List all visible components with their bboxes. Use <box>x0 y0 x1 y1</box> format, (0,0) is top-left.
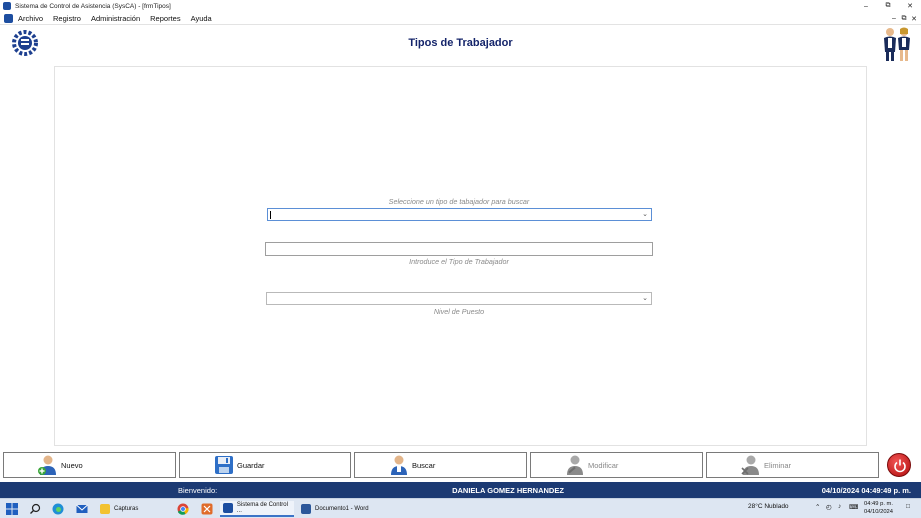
job-level-hint: Nivel de Puesto <box>433 307 485 316</box>
mdi-restore-icon[interactable]: ⧉ <box>899 15 909 23</box>
taskbar-app-label: Capturas <box>114 506 139 512</box>
floppy-disk-icon <box>215 456 233 474</box>
nuevo-label: Nuevo <box>61 460 83 470</box>
close-icon[interactable]: ✕ <box>899 0 921 12</box>
form-panel <box>54 66 867 446</box>
clock-date: 04/10/2024 <box>863 508 893 515</box>
modificar-button[interactable]: Modificar <box>530 452 703 478</box>
chevron-down-icon[interactable]: ⌄ <box>642 294 648 302</box>
taskbar-app-capturas[interactable]: Capturas <box>97 501 169 517</box>
windows-start-icon[interactable] <box>6 503 18 515</box>
delete-user-icon <box>741 455 759 475</box>
mdi-close-icon[interactable]: ✕ <box>909 15 919 23</box>
taskbar-clock[interactable]: 04:49 p. m. 04/10/2024 <box>864 501 893 516</box>
text-caret <box>270 211 271 219</box>
edit-user-icon <box>567 455 583 475</box>
network-icon[interactable]: ◴ <box>826 503 832 511</box>
mdi-minimize-icon[interactable]: – <box>889 15 899 22</box>
user-name: DANIELA GOMEZ HERNANDEZ <box>452 486 564 495</box>
app-launcher-icon[interactable] <box>201 503 213 515</box>
power-icon <box>894 459 906 473</box>
taskbar-app-label: Documento1 - Word <box>315 506 369 512</box>
menu-administracion[interactable]: Administración <box>91 14 140 23</box>
word-icon <box>301 504 311 514</box>
windows-taskbar: Capturas Sistema de Control ... Document… <box>0 498 921 518</box>
job-level-select[interactable]: ⌄ <box>266 292 652 305</box>
taskbar-app-sysca[interactable]: Sistema de Control ... <box>220 501 294 517</box>
taskbar-app-label: Sistema de Control ... <box>236 502 288 514</box>
window-title: Sistema de Control de Asistencia (SysCA)… <box>15 2 171 10</box>
status-bar: Bienvenido: DANIELA GOMEZ HERNANDEZ 04/1… <box>0 482 921 498</box>
chevron-down-icon[interactable]: ⌄ <box>642 210 648 218</box>
window-title-bar: Sistema de Control de Asistencia (SysCA)… <box>0 0 921 12</box>
menu-reportes[interactable]: Reportes <box>150 14 180 23</box>
buscar-button[interactable]: Buscar <box>354 452 527 478</box>
taskbar-app-word[interactable]: Documento1 - Word <box>298 501 372 517</box>
worker-type-hint: Introduce el Tipo de Trabajador <box>409 257 509 266</box>
modificar-label: Modificar <box>588 460 619 470</box>
keyboard-icon[interactable]: ⌨ <box>849 503 858 511</box>
tray-chevron-up-icon[interactable]: ⌃ <box>815 503 820 511</box>
buscar-label: Buscar <box>412 460 436 470</box>
menu-ayuda[interactable]: Ayuda <box>191 14 212 23</box>
clock-time: 04:49 p. m. <box>863 501 893 507</box>
mdi-controls: – ⧉ ✕ <box>889 12 919 25</box>
eliminar-button[interactable]: Eliminar <box>706 452 879 478</box>
search-user-icon <box>391 455 407 475</box>
sysca-app-icon <box>223 503 233 513</box>
menu-archivo[interactable]: Archivo <box>18 14 43 23</box>
minimize-icon[interactable]: – <box>855 0 877 12</box>
app-icon <box>3 2 11 10</box>
power-button[interactable] <box>887 453 911 477</box>
chrome-icon[interactable] <box>177 503 189 515</box>
search-type-select[interactable]: ⌄ <box>267 208 652 221</box>
edge-browser-icon[interactable] <box>52 503 64 515</box>
window-controls: – ⧉ ✕ <box>855 0 921 12</box>
volume-icon[interactable]: ♪ <box>838 503 841 510</box>
workers-icon <box>884 27 910 61</box>
eliminar-label: Eliminar <box>764 460 792 470</box>
mdi-child-icon <box>4 13 13 23</box>
search-hint: Seleccione un tipo de tabajador para bus… <box>388 197 530 206</box>
worker-type-input[interactable] <box>265 242 653 256</box>
search-icon[interactable] <box>29 503 41 515</box>
add-user-icon <box>38 455 56 475</box>
mail-icon[interactable] <box>76 503 88 515</box>
guardar-label: Guardar <box>237 460 265 470</box>
weather-label[interactable]: 28°C Nublado <box>748 503 789 510</box>
guardar-button[interactable]: Guardar <box>179 452 351 478</box>
folder-icon <box>100 504 110 514</box>
page-title: Tipos de Trabajador <box>408 37 513 49</box>
nuevo-button[interactable]: Nuevo <box>3 452 176 478</box>
menu-registro[interactable]: Registro <box>53 14 81 23</box>
menu-bar: Archivo Registro Administración Reportes… <box>0 12 921 25</box>
status-datetime: 04/10/2024 04:49:49 p. m. <box>821 486 911 495</box>
restore-icon[interactable]: ⧉ <box>877 0 899 12</box>
notifications-icon[interactable]: □ <box>906 503 910 510</box>
